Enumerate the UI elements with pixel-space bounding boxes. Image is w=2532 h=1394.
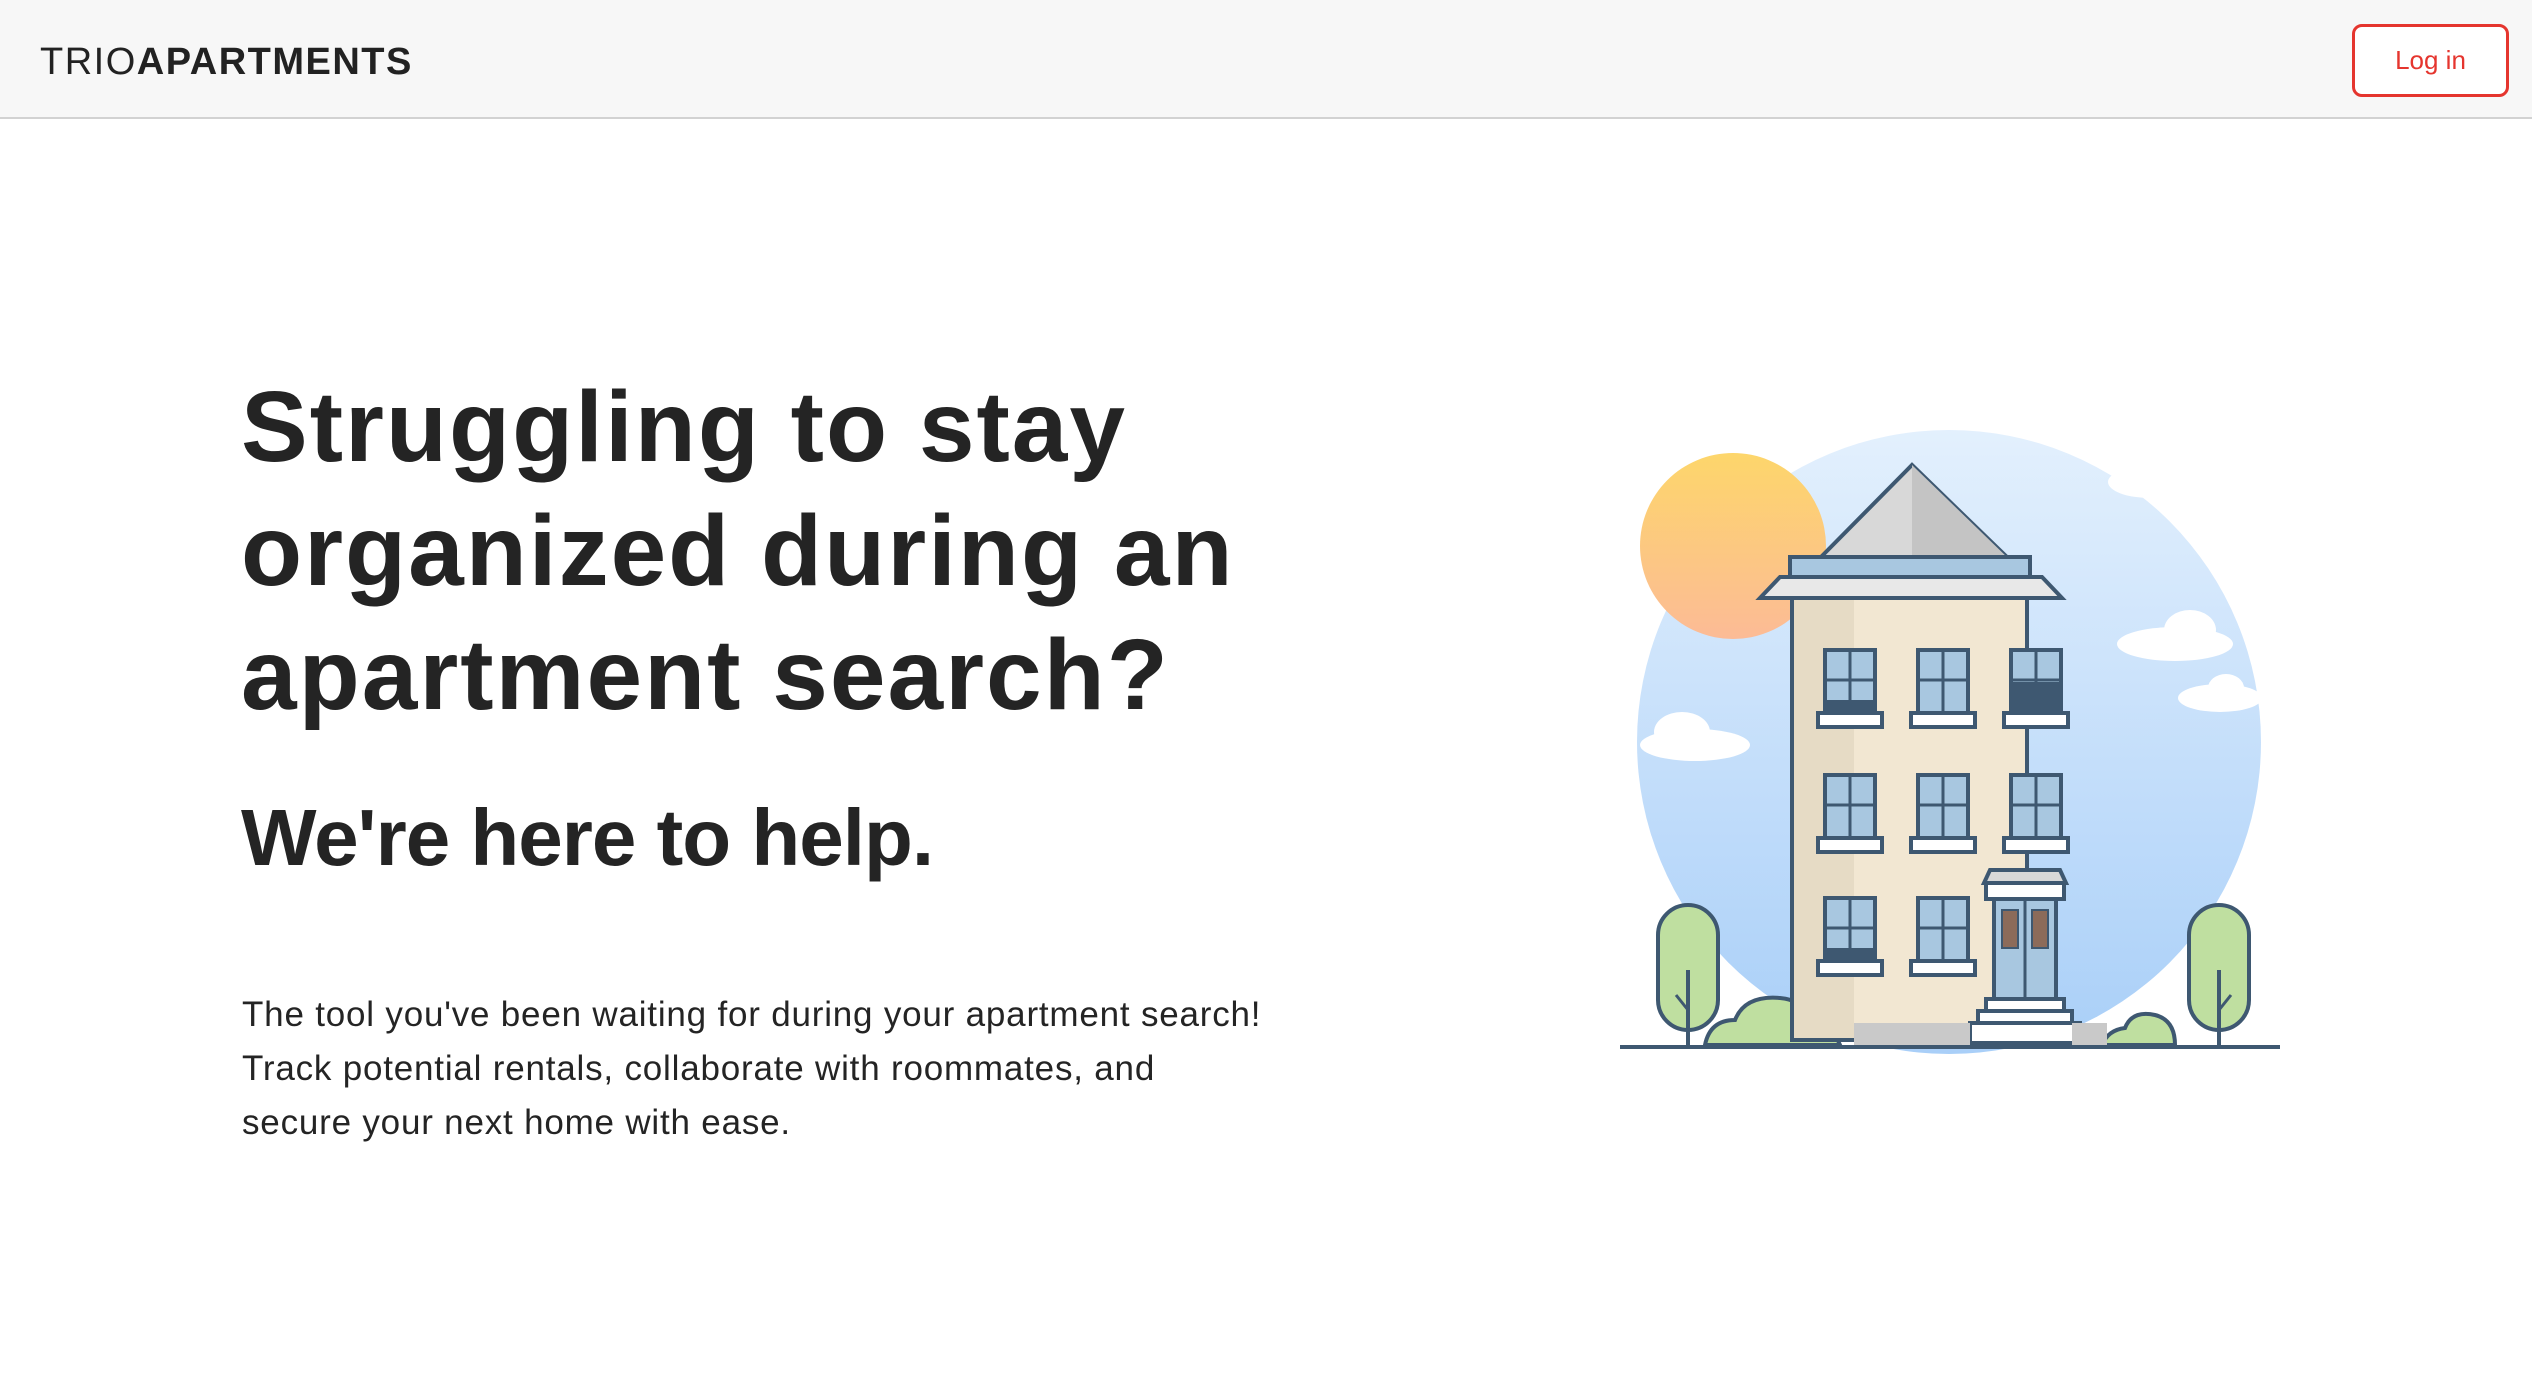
hero-description: The tool you've been waiting for during … bbox=[242, 995, 1262, 1142]
brand-logo-bold: APARTMENTS bbox=[136, 41, 413, 83]
hero-subtitle: We're here to help. bbox=[241, 793, 934, 882]
top-navbar: TRIOAPARTMENTS Log in bbox=[0, 0, 2532, 119]
hero-title: Struggling to stay organized during an a… bbox=[241, 371, 1235, 731]
brand-logo-light: TRIO bbox=[40, 41, 137, 83]
brand-logo[interactable]: TRIOAPARTMENTS bbox=[40, 40, 413, 84]
login-button[interactable]: Log in bbox=[2352, 24, 2509, 97]
apartment-building-illustration bbox=[1620, 430, 2280, 1070]
